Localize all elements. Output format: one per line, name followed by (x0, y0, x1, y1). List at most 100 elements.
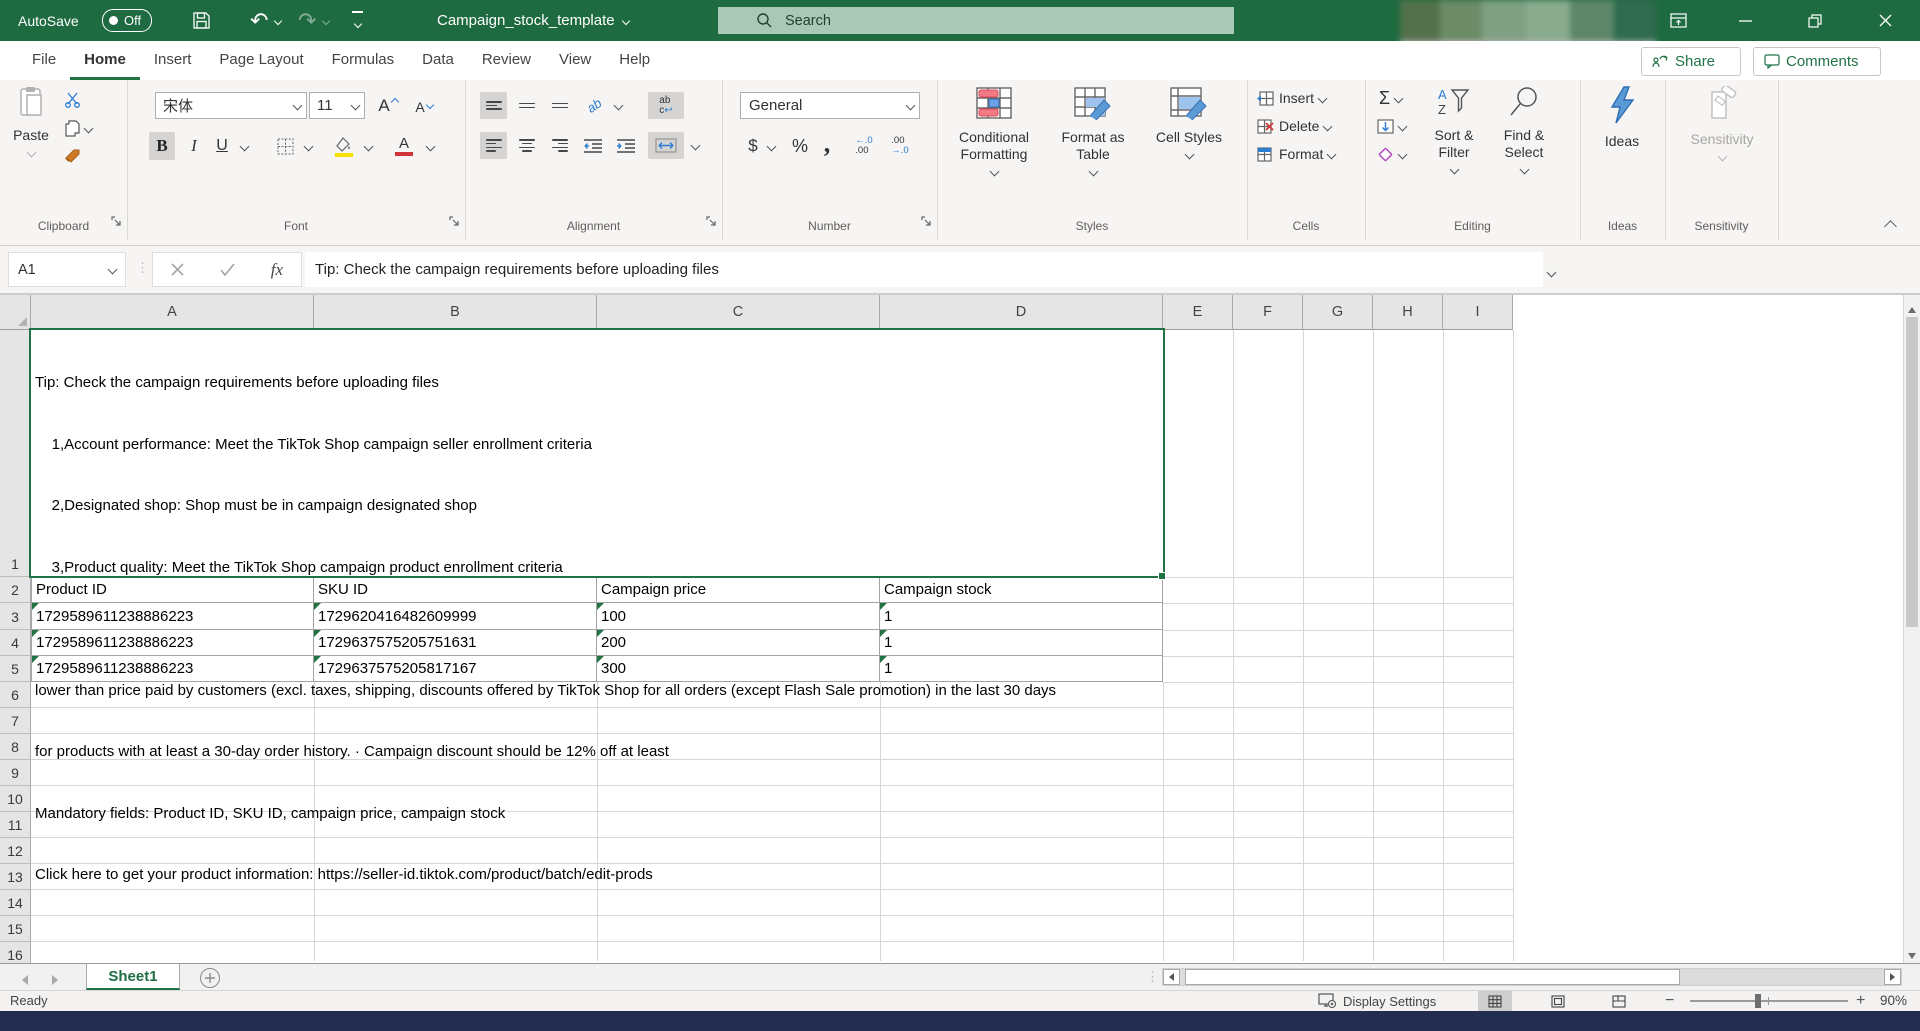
cell-D3[interactable]: 1 (880, 603, 1163, 630)
vertical-scrollbar[interactable] (1903, 295, 1920, 963)
tab-review[interactable]: Review (468, 41, 545, 80)
row-header-2[interactable]: 2 (0, 577, 31, 603)
name-box[interactable]: A1 (8, 252, 126, 287)
cell-C4[interactable]: 200 (597, 630, 880, 656)
cut-button[interactable] (62, 90, 84, 110)
column-header-G[interactable]: G (1303, 295, 1373, 330)
row-header-6[interactable]: 6 (0, 682, 31, 708)
find-select-button[interactable]: Find & Select (1491, 86, 1557, 179)
zoom-slider-thumb[interactable] (1755, 994, 1761, 1008)
restore-button[interactable] (1792, 0, 1838, 41)
cell-A4[interactable]: 1729589611238886223 (31, 630, 314, 656)
view-page-layout-button[interactable] (1541, 991, 1575, 1011)
align-left-button[interactable] (480, 132, 507, 159)
decrease-font-size-button[interactable]: A (409, 94, 439, 119)
row-header-10[interactable]: 10 (0, 786, 31, 812)
row-header-14[interactable]: 14 (0, 890, 31, 916)
document-title[interactable]: Campaign_stock_template (437, 0, 629, 41)
add-sheet-button[interactable] (200, 968, 220, 988)
view-page-break-button[interactable] (1602, 991, 1636, 1011)
top-align-button[interactable] (480, 92, 507, 119)
number-dialog-launcher[interactable] (921, 214, 932, 232)
cell-B5[interactable]: 1729637575205817167 (314, 656, 597, 682)
cell-A2[interactable]: Product ID (31, 577, 314, 603)
comments-button[interactable]: Comments (1753, 47, 1881, 76)
scroll-up-arrow[interactable] (1908, 300, 1916, 318)
row-header-9[interactable]: 9 (0, 760, 31, 786)
select-all-corner[interactable] (0, 295, 31, 330)
tab-page-layout[interactable]: Page Layout (205, 41, 317, 80)
horizontal-scroll-thumb[interactable] (1185, 969, 1680, 985)
tab-file[interactable]: File (18, 41, 70, 80)
horizontal-scrollbar[interactable] (1162, 968, 1902, 986)
zoom-in-button[interactable]: + (1856, 992, 1865, 1010)
cell-styles-button[interactable]: Cell Styles (1143, 86, 1235, 164)
zoom-slider-track[interactable] (1690, 1000, 1848, 1002)
row-header-4[interactable]: 4 (0, 630, 31, 656)
cell-C2[interactable]: Campaign price (597, 577, 880, 603)
conditional-formatting-button[interactable]: Conditional Formatting (945, 86, 1043, 181)
tab-formulas[interactable]: Formulas (318, 41, 409, 80)
underline-chevron[interactable] (237, 132, 251, 160)
cell-D2[interactable]: Campaign stock (880, 577, 1163, 603)
cell-D5[interactable]: 1 (880, 656, 1163, 682)
middle-align-button[interactable] (513, 92, 540, 119)
column-header-H[interactable]: H (1373, 295, 1443, 330)
font-name-combo[interactable]: 宋体 (155, 92, 307, 119)
number-format-combo[interactable]: General (740, 92, 920, 119)
fill-color-button[interactable] (331, 132, 357, 160)
format-cells-button[interactable]: Format (1257, 146, 1335, 162)
zoom-level[interactable]: 90% (1880, 993, 1907, 1008)
customize-quick-access-button[interactable] (352, 0, 363, 41)
delete-cells-button[interactable]: Delete (1257, 118, 1331, 134)
namebox-splitter[interactable]: ⋮ (136, 260, 148, 276)
undo-button[interactable]: ↶ (250, 0, 281, 41)
row-header-3[interactable]: 3 (0, 603, 31, 630)
tab-data[interactable]: Data (408, 41, 468, 80)
align-right-button[interactable] (546, 132, 573, 159)
increase-font-size-button[interactable]: A (373, 92, 403, 119)
share-button[interactable]: Share (1641, 47, 1741, 76)
font-color-button[interactable]: A (391, 132, 417, 160)
decrease-decimal-button[interactable]: .00→.0 (884, 132, 916, 160)
row-header-7[interactable]: 7 (0, 708, 31, 734)
decrease-indent-button[interactable] (579, 132, 606, 159)
cell-A5[interactable]: 1729589611238886223 (31, 656, 314, 682)
row-header-5[interactable]: 5 (0, 656, 31, 682)
paste-button[interactable]: Paste (8, 86, 54, 162)
display-settings-button[interactable]: Display Settings (1318, 991, 1436, 1011)
scroll-left-arrow[interactable] (1163, 969, 1180, 985)
ideas-button[interactable]: Ideas (1592, 86, 1652, 150)
fill-handle[interactable] (1158, 572, 1166, 580)
cell-D4[interactable]: 1 (880, 630, 1163, 656)
merge-center-chevron[interactable] (688, 132, 702, 159)
cell-A3[interactable]: 1729589611238886223 (31, 603, 314, 630)
bold-button[interactable]: B (149, 132, 175, 160)
increase-decimal-button[interactable]: ←.0.00 (848, 132, 880, 160)
font-color-chevron[interactable] (423, 132, 437, 160)
comma-style-button[interactable]: , (818, 130, 836, 158)
fill-color-chevron[interactable] (361, 132, 375, 160)
font-size-combo[interactable]: 11 (309, 92, 365, 119)
minimize-button[interactable] (1722, 0, 1768, 41)
formula-input[interactable]: Tip: Check the campaign requirements bef… (305, 252, 1543, 287)
sheet-grid[interactable]: A B C D E F G H I 1 2 3 4 5 6 7 8 9 10 1… (0, 295, 1920, 963)
close-button[interactable] (1862, 0, 1908, 41)
copy-button[interactable] (60, 118, 96, 138)
cell-B2[interactable]: SKU ID (314, 577, 597, 603)
accounting-format-button[interactable]: $ (744, 132, 762, 160)
fill-button[interactable] (1377, 119, 1406, 134)
row-header-13[interactable]: 13 (0, 864, 31, 890)
column-header-F[interactable]: F (1233, 295, 1303, 330)
borders-chevron[interactable] (301, 132, 315, 160)
tabbar-splitter[interactable]: ⋮ (1146, 969, 1159, 985)
tab-home[interactable]: Home (70, 41, 140, 80)
clipboard-dialog-launcher[interactable] (111, 214, 122, 232)
row-header-15[interactable]: 15 (0, 916, 31, 942)
tab-help[interactable]: Help (605, 41, 664, 80)
sheet-tab-sheet1[interactable]: Sheet1 (86, 964, 180, 990)
font-dialog-launcher[interactable] (449, 214, 460, 232)
row-header-8[interactable]: 8 (0, 734, 31, 760)
percent-style-button[interactable]: % (788, 132, 812, 160)
autosum-button[interactable]: Σ (1379, 88, 1402, 109)
